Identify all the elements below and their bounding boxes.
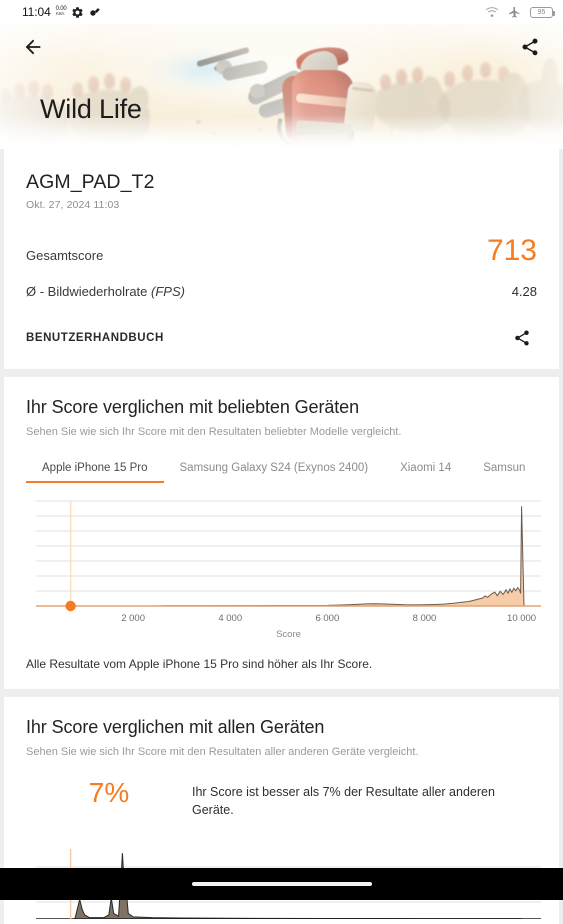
home-indicator[interactable] bbox=[192, 882, 372, 886]
page-title: Wild Life bbox=[40, 94, 142, 125]
total-score-row: Gesamtscore 713 bbox=[26, 237, 537, 264]
percentile-row: 7% Ihr Score ist besser als 7% der Resul… bbox=[26, 778, 537, 823]
svg-text:2 000: 2 000 bbox=[121, 613, 145, 624]
status-bar-left: 11:04 0.00 KB/s bbox=[22, 5, 100, 19]
share-icon[interactable] bbox=[515, 32, 545, 62]
result-card: AGM_PAD_T2 Okt. 27, 2024 11:03 Gesamtsco… bbox=[4, 149, 559, 369]
svg-text:4 000: 4 000 bbox=[218, 613, 242, 624]
popular-section-subtitle: Sehen Sie wie sich Ihr Score mit den Res… bbox=[26, 426, 537, 438]
battery-indicator: 95 bbox=[530, 7, 553, 18]
device-tab[interactable]: Apple iPhone 15 Pro bbox=[26, 456, 164, 483]
data-saver-icon bbox=[88, 6, 100, 18]
network-speed-unit: KB/s bbox=[56, 12, 67, 17]
device-tabs[interactable]: Apple iPhone 15 ProSamsung Galaxy S24 (E… bbox=[26, 456, 537, 483]
device-tab[interactable]: Samsun bbox=[467, 456, 537, 483]
fps-row: Ø - Bildwiederholrate (FPS) 4.28 bbox=[26, 284, 537, 299]
status-bar: 11:04 0.00 KB/s 95 bbox=[0, 0, 563, 24]
popular-histogram-chart: 2 000 4 000 6 000 8 000 10 000 Score bbox=[26, 483, 537, 647]
hero-header: Wild Life bbox=[0, 24, 563, 149]
percentile-value: 7% bbox=[26, 778, 192, 809]
fps-label-unit: (FPS) bbox=[151, 284, 185, 299]
all-devices-title: Ihr Score verglichen mit allen Geräten bbox=[26, 717, 537, 738]
svg-text:10 000: 10 000 bbox=[507, 613, 536, 624]
fps-label-text: Ø - Bildwiederholrate bbox=[26, 284, 151, 299]
hero-toolbar bbox=[0, 24, 563, 70]
user-manual-link[interactable]: BENUTZERHANDBUCH bbox=[26, 332, 164, 344]
status-bar-right: 95 bbox=[485, 6, 553, 19]
result-card-actions: BENUTZERHANDBUCH bbox=[26, 299, 537, 369]
battery-level: 95 bbox=[538, 9, 546, 16]
popular-section-title: Ihr Score verglichen mit beliebten Gerät… bbox=[26, 397, 537, 418]
device-name: AGM_PAD_T2 bbox=[26, 171, 537, 194]
svg-text:6 000: 6 000 bbox=[315, 613, 339, 624]
network-speed-indicator: 0.00 KB/s bbox=[56, 6, 67, 17]
fps-label: Ø - Bildwiederholrate (FPS) bbox=[26, 284, 185, 299]
total-score-value: 713 bbox=[487, 237, 537, 264]
system-navigation-bar bbox=[0, 868, 563, 900]
wifi-icon bbox=[485, 6, 499, 18]
gear-icon bbox=[71, 6, 84, 19]
percentile-description: Ihr Score ist besser als 7% der Resultat… bbox=[192, 778, 537, 819]
back-arrow-icon[interactable] bbox=[18, 32, 48, 62]
share-icon[interactable] bbox=[507, 323, 537, 353]
popular-chart-note: Alle Resultate vom Apple iPhone 15 Pro s… bbox=[26, 647, 537, 689]
device-tab[interactable]: Samsung Galaxy S24 (Exynos 2400) bbox=[164, 456, 385, 483]
fps-value: 4.28 bbox=[512, 284, 537, 299]
status-clock: 11:04 bbox=[22, 5, 51, 19]
svg-text:Score: Score bbox=[276, 629, 301, 640]
all-devices-subtitle: Sehen Sie wie sich Ihr Score mit den Res… bbox=[26, 746, 537, 758]
total-score-label: Gesamtscore bbox=[26, 248, 103, 263]
popular-devices-card: Ihr Score verglichen mit beliebten Gerät… bbox=[4, 377, 559, 689]
airplane-icon bbox=[508, 6, 521, 19]
device-tab[interactable]: Xiaomi 14 bbox=[384, 456, 467, 483]
result-timestamp: Okt. 27, 2024 11:03 bbox=[26, 199, 537, 211]
svg-text:8 000: 8 000 bbox=[413, 613, 437, 624]
